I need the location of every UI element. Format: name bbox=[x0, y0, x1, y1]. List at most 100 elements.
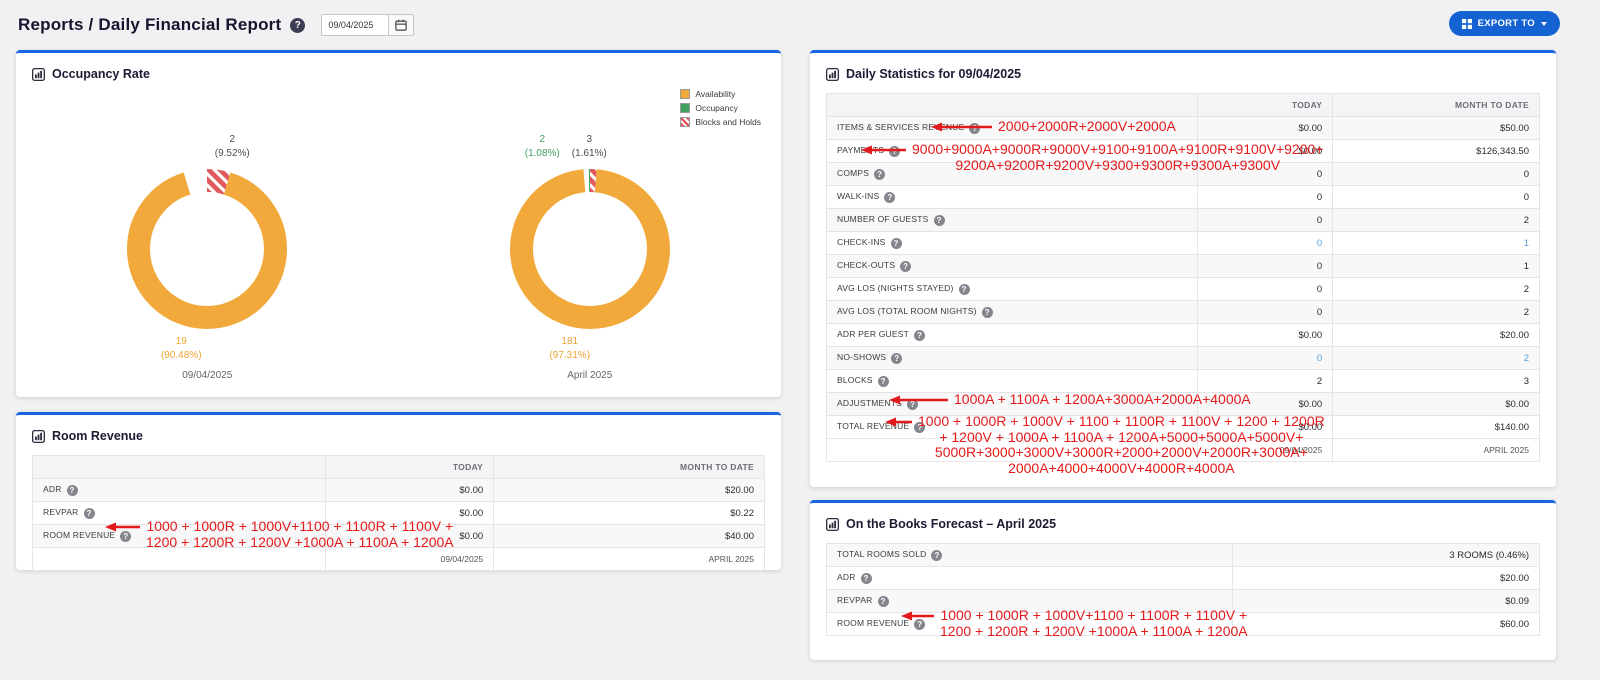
row-avg-los-total-room-nights: AVG LOS (TOTAL ROOM NIGHTS) 0 2 bbox=[827, 301, 1540, 324]
report-icon bbox=[32, 68, 45, 81]
occupancy-rate-card: Occupancy Rate Availability Occupancy Bl… bbox=[16, 50, 781, 397]
room-revenue-card-title: Room Revenue bbox=[52, 429, 143, 443]
availability-pct-label: (97.31%) bbox=[549, 349, 590, 363]
page-title: Reports / Daily Financial Report bbox=[18, 15, 281, 35]
availability-count-label: 19 bbox=[161, 335, 202, 349]
row-label: TOTAL REVENUE bbox=[837, 421, 909, 431]
help-icon[interactable] bbox=[982, 307, 993, 318]
donut-slice-availability bbox=[521, 181, 658, 318]
occupancy-card-title: Occupancy Rate bbox=[52, 67, 150, 81]
row-label: PAYMENTS bbox=[837, 145, 884, 155]
column-header-today: TODAY bbox=[325, 456, 493, 479]
row-no-shows: NO-SHOWS 0 2 bbox=[827, 347, 1540, 370]
help-icon[interactable] bbox=[934, 215, 945, 226]
chart-month-top-labels: 2 (1.08%) 3 (1.61%) bbox=[525, 127, 607, 161]
blocks-pct-label: (9.52%) bbox=[215, 147, 250, 161]
column-header-mtd: MONTH TO DATE bbox=[494, 456, 765, 479]
daily-statistics-card-header: Daily Statistics for 09/04/2025 bbox=[810, 53, 1556, 83]
row-items-services-revenue: ITEMS & SERVICES REVENUE $0.00 $50.00 bbox=[827, 117, 1540, 140]
daily-statistics-card: Daily Statistics for 09/04/2025 TODAY MO… bbox=[810, 50, 1556, 487]
column-header-mtd: MONTH TO DATE bbox=[1333, 94, 1540, 117]
room-revenue-table: TODAY MONTH TO DATE ADR $0.00 $20.00 REV… bbox=[32, 455, 765, 571]
help-icon[interactable] bbox=[874, 169, 885, 180]
help-icon[interactable] bbox=[900, 261, 911, 272]
export-to-label: EXPORT TO bbox=[1478, 18, 1535, 29]
row-room-revenue: ROOM REVENUE $60.00 bbox=[827, 613, 1540, 636]
chart-legend: Availability Occupancy Blocks and Holds bbox=[680, 89, 761, 127]
legend-item-availability[interactable]: Availability bbox=[680, 89, 761, 99]
help-icon[interactable] bbox=[861, 573, 872, 584]
row-label: CHECK-INS bbox=[837, 237, 886, 247]
help-icon[interactable] bbox=[120, 531, 131, 542]
footer-row: 09/04/2025 APRIL 2025 bbox=[827, 439, 1540, 462]
legend-item-blocks[interactable]: Blocks and Holds bbox=[680, 117, 761, 127]
row-label: ITEMS & SERVICES REVENUE bbox=[837, 122, 964, 132]
row-total-rooms-sold: TOTAL ROOMS SOLD 3 ROOMS (0.46%) bbox=[827, 544, 1540, 567]
no-shows-mtd-link[interactable]: 2 bbox=[1333, 347, 1540, 370]
report-icon bbox=[32, 430, 45, 443]
row-label: AVG LOS (NIGHTS STAYED) bbox=[837, 283, 954, 293]
help-icon[interactable] bbox=[969, 123, 980, 134]
forecast-table: TOTAL ROOMS SOLD 3 ROOMS (0.46%) ADR $20… bbox=[826, 543, 1540, 636]
report-icon bbox=[826, 68, 839, 81]
row-label: NUMBER OF GUESTS bbox=[837, 214, 929, 224]
row-revpar: REVPAR $0.09 bbox=[827, 590, 1540, 613]
row-adr: ADR $20.00 bbox=[827, 567, 1540, 590]
help-icon[interactable] bbox=[878, 376, 889, 387]
occupancy-card-header: Occupancy Rate bbox=[16, 53, 781, 83]
no-shows-today-link[interactable]: 0 bbox=[1197, 347, 1332, 370]
legend-item-occupancy[interactable]: Occupancy bbox=[680, 103, 761, 113]
revpar-mtd-value: $0.22 bbox=[494, 502, 765, 525]
row-label: ROOM REVENUE bbox=[43, 530, 115, 540]
help-icon[interactable] bbox=[959, 284, 970, 295]
donut-slice-availability bbox=[139, 181, 276, 318]
report-date-input[interactable] bbox=[321, 14, 389, 36]
check-ins-today-link[interactable]: 0 bbox=[1197, 232, 1332, 255]
daily-statistics-card-title: Daily Statistics for 09/04/2025 bbox=[846, 67, 1021, 81]
footer-mtd-date: APRIL 2025 bbox=[1333, 439, 1540, 462]
row-label: CHECK-OUTS bbox=[837, 260, 895, 270]
calendar-button[interactable] bbox=[389, 14, 414, 36]
footer-today-date: 09/04/2025 bbox=[1197, 439, 1332, 462]
occupancy-charts: 2 (9.52%) 19 (90.48%) 09/04/2025 bbox=[16, 127, 781, 381]
empty-header-cell bbox=[33, 456, 326, 479]
calendar-icon bbox=[395, 19, 407, 31]
help-icon[interactable] bbox=[67, 485, 78, 496]
check-ins-mtd-link[interactable]: 1 bbox=[1333, 232, 1540, 255]
help-icon[interactable] bbox=[878, 596, 889, 607]
occupancy-donut-today bbox=[127, 169, 287, 329]
occupancy-pct-label: (1.08%) bbox=[525, 147, 560, 161]
chart-month-date-label: April 2025 bbox=[567, 370, 612, 381]
room-revenue-mtd-value: $40.00 bbox=[494, 525, 765, 548]
adr-today-value: $0.00 bbox=[325, 479, 493, 502]
row-adr: ADR $0.00 $20.00 bbox=[33, 479, 765, 502]
revpar-today-value: $0.00 bbox=[325, 502, 493, 525]
help-icon[interactable] bbox=[891, 238, 902, 249]
help-icon[interactable] bbox=[914, 330, 925, 341]
occupancy-count-label: 2 bbox=[525, 133, 560, 147]
row-comps: COMPS 0 0 bbox=[827, 163, 1540, 186]
help-icon[interactable] bbox=[889, 146, 900, 157]
export-to-button[interactable]: EXPORT TO bbox=[1449, 11, 1560, 36]
page-header: Reports / Daily Financial Report EXPORT … bbox=[18, 11, 1560, 39]
help-icon[interactable] bbox=[891, 353, 902, 364]
legend-label-occupancy: Occupancy bbox=[695, 103, 738, 113]
row-label: AVG LOS (TOTAL ROOM NIGHTS) bbox=[837, 306, 977, 316]
row-walk-ins: WALK-INS 0 0 bbox=[827, 186, 1540, 209]
help-icon[interactable] bbox=[884, 192, 895, 203]
row-label: COMPS bbox=[837, 168, 869, 178]
row-room-revenue: ROOM REVENUE $0.00 $40.00 bbox=[33, 525, 765, 548]
help-icon[interactable] bbox=[914, 422, 925, 433]
footer-today-date: 09/04/2025 bbox=[325, 548, 493, 571]
help-icon[interactable] bbox=[907, 399, 918, 410]
page-help-icon[interactable] bbox=[290, 18, 305, 33]
availability-count-label: 181 bbox=[549, 335, 590, 349]
row-total-revenue: TOTAL REVENUE $0.00 $140.00 bbox=[827, 416, 1540, 439]
legend-label-blocks: Blocks and Holds bbox=[695, 117, 761, 127]
room-revenue-today-value: $0.00 bbox=[325, 525, 493, 548]
help-icon[interactable] bbox=[931, 550, 942, 561]
row-number-of-guests: NUMBER OF GUESTS 0 2 bbox=[827, 209, 1540, 232]
help-icon[interactable] bbox=[914, 619, 925, 630]
report-icon bbox=[826, 518, 839, 531]
help-icon[interactable] bbox=[84, 508, 95, 519]
